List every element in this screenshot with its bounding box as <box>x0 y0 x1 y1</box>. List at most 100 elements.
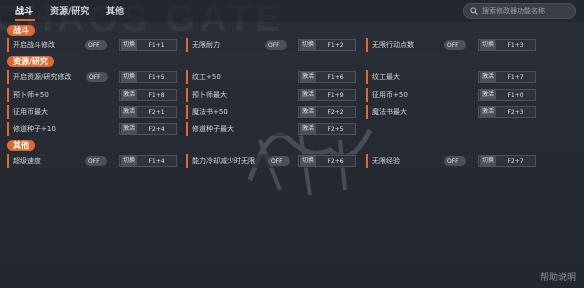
cheat-row: 魔法书+50 激活 F2+2 <box>186 105 356 119</box>
cheat-label: 征用币最大 <box>13 108 48 116</box>
action-label: 激活 <box>300 107 317 117</box>
cheat-row: 预卜师最大 激活 F1+9 <box>186 88 356 102</box>
tab-battle[interactable]: 战斗 <box>15 4 33 17</box>
help-link[interactable]: 帮助说明 <box>540 270 576 283</box>
cheat-row: 魔法书最大 激活 F2+3 <box>366 105 536 119</box>
action-label: 激活 <box>480 107 497 117</box>
hotkey-label: F1+6 <box>327 73 344 81</box>
hotkey-label: F2+6 <box>327 157 344 165</box>
action-label: 切换 <box>480 40 497 50</box>
action-label: 切换 <box>300 156 317 166</box>
cheat-row: 纹工最大 激活 F1+7 <box>366 70 536 84</box>
action-label: 切换 <box>300 40 317 50</box>
toggle-switch[interactable]: OFF <box>268 156 290 166</box>
cheat-label: 开启战斗修改 <box>13 41 55 49</box>
hotkey-box[interactable]: 激活 F1+9 <box>298 89 356 101</box>
hotkey-box[interactable]: 切换 F1+5 <box>119 71 177 83</box>
action-label: 激活 <box>300 90 317 100</box>
cheat-label: 修道种子最大 <box>192 125 234 133</box>
hotkey-label: F1+4 <box>148 157 165 165</box>
hotkey-box[interactable]: 激活 F2+3 <box>478 106 536 118</box>
cheat-label: 征用币+50 <box>372 91 408 99</box>
hotkey-label: F2+2 <box>327 108 344 116</box>
search-icon <box>470 7 478 15</box>
hotkey-box[interactable]: 激活 F2+5 <box>298 123 356 135</box>
action-label: 切换 <box>480 156 497 166</box>
cheat-label: 魔法书最大 <box>372 108 407 116</box>
cheat-row: 开启资源/研究修改 OFF 切换 F1+5 <box>7 70 177 84</box>
toggle-switch[interactable]: OFF <box>85 40 107 50</box>
hotkey-box[interactable]: 激活 F1+7 <box>478 71 536 83</box>
hotkey-box[interactable]: 切换 F1+3 <box>478 39 536 51</box>
hotkey-box[interactable]: 激活 F2+2 <box>298 106 356 118</box>
cheat-label: 纹工+50 <box>192 73 221 81</box>
search-box[interactable] <box>463 3 576 19</box>
hotkey-box[interactable]: 切换 F2+6 <box>298 155 356 167</box>
cheat-row: 修道种子最大 激活 F2+5 <box>186 122 356 136</box>
cheat-row: 修道种子+10 激活 F2+4 <box>7 122 177 136</box>
action-label: 激活 <box>121 90 138 100</box>
cheat-row: 开启战斗修改 OFF 切换 F1+1 <box>7 38 177 52</box>
cheat-row: 预卜师+50 激活 F1+8 <box>7 88 177 102</box>
cheat-label: 纹工最大 <box>372 73 400 81</box>
hotkey-label: F2+5 <box>327 125 344 133</box>
cheat-row: 无限耐力 OFF 切换 F1+2 <box>186 38 356 52</box>
cheat-row: 超级速度 OFF 切换 F1+4 <box>7 154 177 168</box>
section-battle: 战斗 <box>7 25 35 36</box>
hotkey-box[interactable]: 激活 F1+0 <box>478 89 536 101</box>
cheat-label: 无限经验 <box>372 157 400 165</box>
hotkey-box[interactable]: 激活 F2+1 <box>119 106 177 118</box>
hotkey-box[interactable]: 切换 F1+2 <box>298 39 356 51</box>
hotkey-label: F2+7 <box>507 157 524 165</box>
toggle-switch[interactable]: OFF <box>86 72 108 82</box>
hotkey-label: F1+7 <box>507 73 524 81</box>
action-label: 激活 <box>300 124 317 134</box>
hotkey-label: F1+0 <box>507 91 524 99</box>
tab-resources-research[interactable]: 资源/研究 <box>50 4 89 17</box>
action-label: 切换 <box>121 156 138 166</box>
cheat-label: 魔法书+50 <box>192 108 228 116</box>
cheat-label: 无限耐力 <box>192 41 220 49</box>
hotkey-label: F1+3 <box>507 41 524 49</box>
toggle-switch[interactable]: OFF <box>85 156 107 166</box>
cheat-label: 能力冷却减少时无限 <box>192 157 255 165</box>
cheat-label: 开启资源/研究修改 <box>13 73 72 81</box>
toggle-switch[interactable]: OFF <box>265 40 287 50</box>
cheat-row: 征用币+50 激活 F1+0 <box>366 88 536 102</box>
hotkey-box[interactable]: 切换 F1+1 <box>119 39 177 51</box>
cheat-row: 无限行动点数 OFF 切换 F1+3 <box>366 38 536 52</box>
toggle-switch[interactable]: OFF <box>444 40 466 50</box>
hotkey-box[interactable]: 切换 F2+7 <box>478 155 536 167</box>
section-other: 其他 <box>7 140 35 151</box>
cheat-label: 修道种子+10 <box>13 125 56 133</box>
action-label: 激活 <box>480 72 497 82</box>
search-input[interactable] <box>478 7 570 15</box>
hotkey-box[interactable]: 切换 F1+4 <box>119 155 177 167</box>
tab-other[interactable]: 其他 <box>106 4 124 17</box>
cheat-label: 超级速度 <box>13 157 41 165</box>
hotkey-label: F1+5 <box>148 73 165 81</box>
action-label: 激活 <box>480 90 497 100</box>
action-label: 切换 <box>121 40 138 50</box>
cheat-row: 能力冷却减少时无限 OFF 切换 F2+6 <box>186 154 356 168</box>
hotkey-box[interactable]: 激活 F2+4 <box>119 123 177 135</box>
hotkey-box[interactable]: 激活 F1+6 <box>298 71 356 83</box>
toggle-switch[interactable]: OFF <box>444 156 466 166</box>
cheat-row: 无限经验 OFF 切换 F2+7 <box>366 154 536 168</box>
hotkey-label: F1+8 <box>148 91 165 99</box>
hotkey-label: F1+9 <box>327 91 344 99</box>
hotkey-label: F2+1 <box>148 108 165 116</box>
action-label: 切换 <box>121 72 138 82</box>
cheat-label: 预卜师最大 <box>192 91 227 99</box>
hotkey-label: F2+4 <box>148 125 165 133</box>
action-label: 激活 <box>300 72 317 82</box>
section-resources: 资源/研究 <box>7 56 54 67</box>
hotkey-label: F1+2 <box>327 41 344 49</box>
cheat-row: 征用币最大 激活 F2+1 <box>7 105 177 119</box>
active-tab-indicator <box>15 19 35 21</box>
hotkey-label: F2+3 <box>507 108 524 116</box>
hotkey-label: F1+1 <box>148 41 165 49</box>
cheat-label: 无限行动点数 <box>372 41 414 49</box>
action-label: 激活 <box>121 107 138 117</box>
hotkey-box[interactable]: 激活 F1+8 <box>119 89 177 101</box>
